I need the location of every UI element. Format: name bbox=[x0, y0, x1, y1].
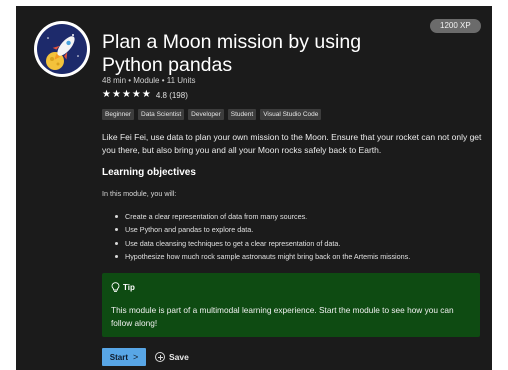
page-title: Plan a Moon mission by using Python pand… bbox=[102, 31, 362, 76]
list-item: Use data cleansing techniques to get a c… bbox=[115, 237, 410, 250]
bullet-icon bbox=[115, 215, 118, 218]
lightbulb-icon bbox=[111, 282, 120, 292]
star-icon: ★ bbox=[111, 89, 121, 100]
tip-title: Tip bbox=[123, 283, 135, 292]
objective-text: Use data cleansing techniques to get a c… bbox=[125, 238, 341, 248]
bullet-icon bbox=[115, 255, 118, 259]
add-circle-icon bbox=[155, 352, 165, 362]
module-panel: 1200 XP Plan a Moon mission by using Pyt… bbox=[16, 6, 492, 370]
save-button-label: Save bbox=[169, 352, 189, 362]
tag-beginner[interactable]: Beginner bbox=[102, 109, 135, 120]
save-button[interactable]: Save bbox=[155, 348, 189, 366]
module-description: Like Fei Fei, use data to plan your own … bbox=[102, 132, 482, 155]
rating-text: 4.8 (198) bbox=[155, 90, 188, 100]
list-item: Create a clear representation of data fr… bbox=[115, 210, 410, 223]
learning-objectives-intro: In this module, you will: bbox=[102, 189, 177, 198]
star-icon: ★ bbox=[141, 89, 151, 100]
xp-badge: 1200 XP bbox=[430, 19, 481, 33]
tag-data-scientist[interactable]: Data Scientist bbox=[138, 109, 185, 120]
learning-objectives-heading: Learning objectives bbox=[102, 167, 196, 178]
bullet-icon bbox=[115, 228, 118, 232]
objective-text: Create a clear representation of data fr… bbox=[125, 212, 308, 221]
star-icon: ★ bbox=[131, 89, 141, 100]
rating[interactable]: ★ ★ ★ ★ ★ 4.8 (198) bbox=[102, 89, 188, 101]
list-item: Use Python and pandas to explore data. bbox=[115, 223, 410, 236]
tip-callout: Tip This module is part of a multimodal … bbox=[102, 273, 480, 337]
tag-list: Beginner Data Scientist Developer Studen… bbox=[102, 109, 325, 120]
objective-text: Hypothesize how much rock sample astrona… bbox=[125, 252, 411, 262]
start-button[interactable]: Start > bbox=[102, 348, 146, 366]
star-icon: ★ bbox=[121, 89, 131, 100]
star-icon: ★ bbox=[102, 89, 111, 100]
tip-header: Tip bbox=[111, 282, 135, 293]
tip-text: This module is part of a multimodal lear… bbox=[111, 305, 454, 328]
objectives-list: Create a clear representation of data fr… bbox=[115, 210, 410, 264]
tag-developer[interactable]: Developer bbox=[188, 109, 224, 120]
tag-student[interactable]: Student bbox=[227, 109, 257, 120]
rating-stars: ★ ★ ★ ★ ★ bbox=[102, 89, 152, 101]
rocket-moon-icon bbox=[34, 21, 90, 77]
start-button-label: Start bbox=[109, 352, 128, 362]
module-meta: 48 min • Module • 11 Units bbox=[102, 76, 196, 85]
tag-visual-studio-code[interactable]: Visual Studio Code bbox=[260, 109, 322, 120]
bullet-icon bbox=[115, 241, 118, 245]
chevron-right-icon: > bbox=[132, 352, 139, 362]
objective-text: Use Python and pandas to explore data. bbox=[125, 225, 254, 235]
list-item: Hypothesize how much rock sample astrona… bbox=[115, 250, 410, 263]
